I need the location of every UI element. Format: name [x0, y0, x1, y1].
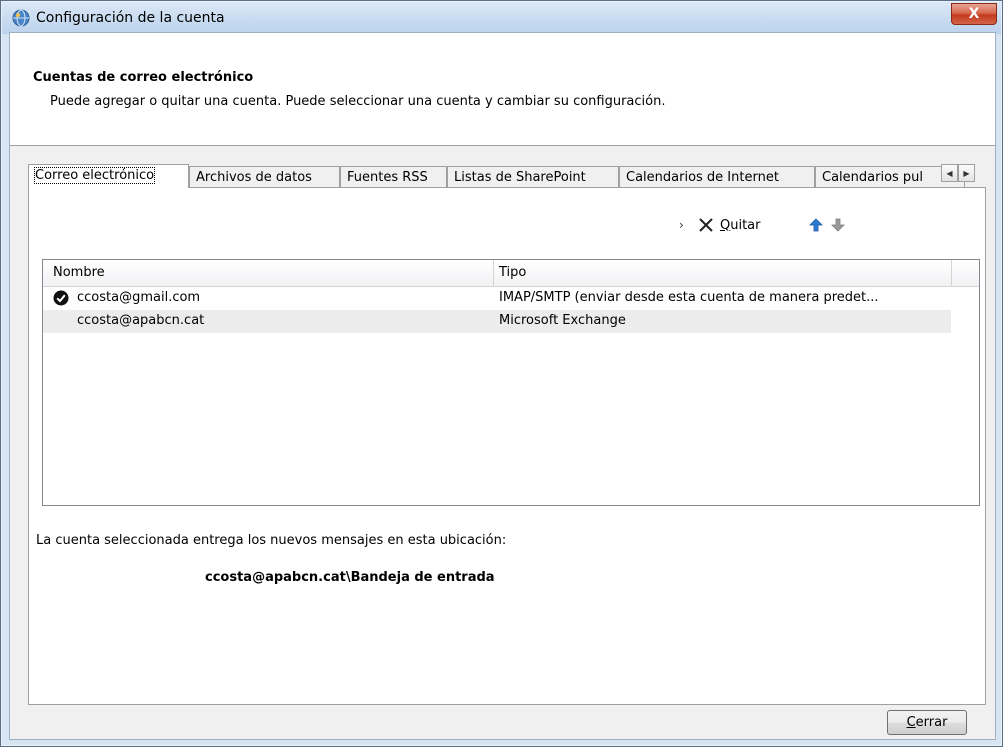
account-name: ccosta@gmail.com — [77, 290, 201, 305]
tab-sharepoint-label: Listas de SharePoint — [454, 170, 586, 185]
close-x-icon — [699, 218, 713, 232]
dialog-client-area: Cuentas de correo electrónico Puede agre… — [9, 32, 996, 740]
tab-internet-calendars-label: Calendarios de Internet — [626, 170, 779, 185]
tab-rss-label: Fuentes RSS — [347, 170, 428, 185]
move-up-arrow-icon[interactable] — [809, 217, 823, 233]
account-name: ccosta@apabcn.cat — [77, 313, 205, 328]
tab-sharepoint-lists[interactable]: Listas de SharePoint — [447, 166, 619, 188]
window-close-button[interactable]: X — [951, 3, 997, 25]
delivery-location-path: ccosta@apabcn.cat\Bandeja de entrada — [205, 570, 495, 585]
tab-rss-feeds[interactable]: Fuentes RSS — [340, 166, 447, 188]
chevron-left-icon: ◀ — [946, 168, 953, 178]
dialog-header: Cuentas de correo electrónico Puede agre… — [10, 33, 995, 146]
move-down-arrow-icon[interactable] — [831, 217, 845, 233]
tab-data-files-label: Archivos de datos — [196, 170, 312, 185]
account-settings-window: Configuración de la cuenta X Cuentas de … — [0, 0, 1003, 747]
close-dialog-button[interactable]: Cerrar — [887, 710, 967, 735]
list-header: Nombre Tipo — [43, 260, 979, 287]
remove-account-button[interactable]: Quitar — [698, 214, 761, 236]
close-label-rest: errar — [915, 715, 948, 730]
email-tab-panel: › Quitar Nombre Tipo ccosta@gmail.com IM… — [28, 187, 986, 705]
remove-accel-key: Q — [720, 217, 731, 233]
tab-internet-calendars[interactable]: Calendarios de Internet — [619, 166, 815, 188]
title-bar[interactable]: Configuración de la cuenta X — [2, 2, 1001, 34]
column-header-name[interactable]: Nombre — [53, 265, 105, 280]
tab-strip: Correo electrónico Archivos de datos Fue… — [28, 164, 978, 188]
window-title: Configuración de la cuenta — [36, 10, 225, 26]
tab-scroll-left-button[interactable]: ◀ — [941, 164, 958, 182]
outlook-app-icon — [12, 9, 30, 27]
account-type: Microsoft Exchange — [499, 313, 626, 328]
header-title: Cuentas de correo electrónico — [33, 70, 254, 85]
remove-label-rest: uitar — [730, 217, 761, 233]
close-button-label: Cerrar — [907, 715, 948, 730]
toolbar-clipped-button-fragment[interactable]: › — [679, 218, 684, 232]
header-subtitle: Puede agregar o quitar una cuenta. Puede… — [50, 94, 666, 109]
remove-account-label: Quitar — [720, 218, 761, 233]
column-divider[interactable] — [951, 260, 952, 286]
tab-email-label: Correo electrónico — [33, 167, 156, 184]
column-header-type[interactable]: Tipo — [499, 265, 526, 280]
table-row[interactable]: ccosta@apabcn.cat Microsoft Exchange — [43, 310, 951, 333]
column-divider[interactable] — [493, 260, 494, 286]
table-row[interactable]: ccosta@gmail.com IMAP/SMTP (enviar desde… — [43, 287, 951, 310]
tab-scroll-right-button[interactable]: ▶ — [958, 164, 975, 182]
close-icon: X — [968, 6, 980, 22]
chevron-right-icon: ▶ — [963, 168, 970, 178]
tab-data-files[interactable]: Archivos de datos — [189, 166, 340, 188]
delivery-location-label: La cuenta seleccionada entrega los nuevo… — [36, 533, 507, 548]
tab-published-calendars-label: Calendarios pul — [822, 170, 924, 185]
tab-email[interactable]: Correo electrónico — [28, 164, 189, 188]
accounts-list[interactable]: Nombre Tipo ccosta@gmail.com IMAP/SMTP (… — [42, 259, 980, 506]
default-account-check-icon — [53, 290, 69, 306]
close-accel-key: C — [906, 715, 916, 730]
account-type: IMAP/SMTP (enviar desde esta cuenta de m… — [499, 290, 879, 305]
